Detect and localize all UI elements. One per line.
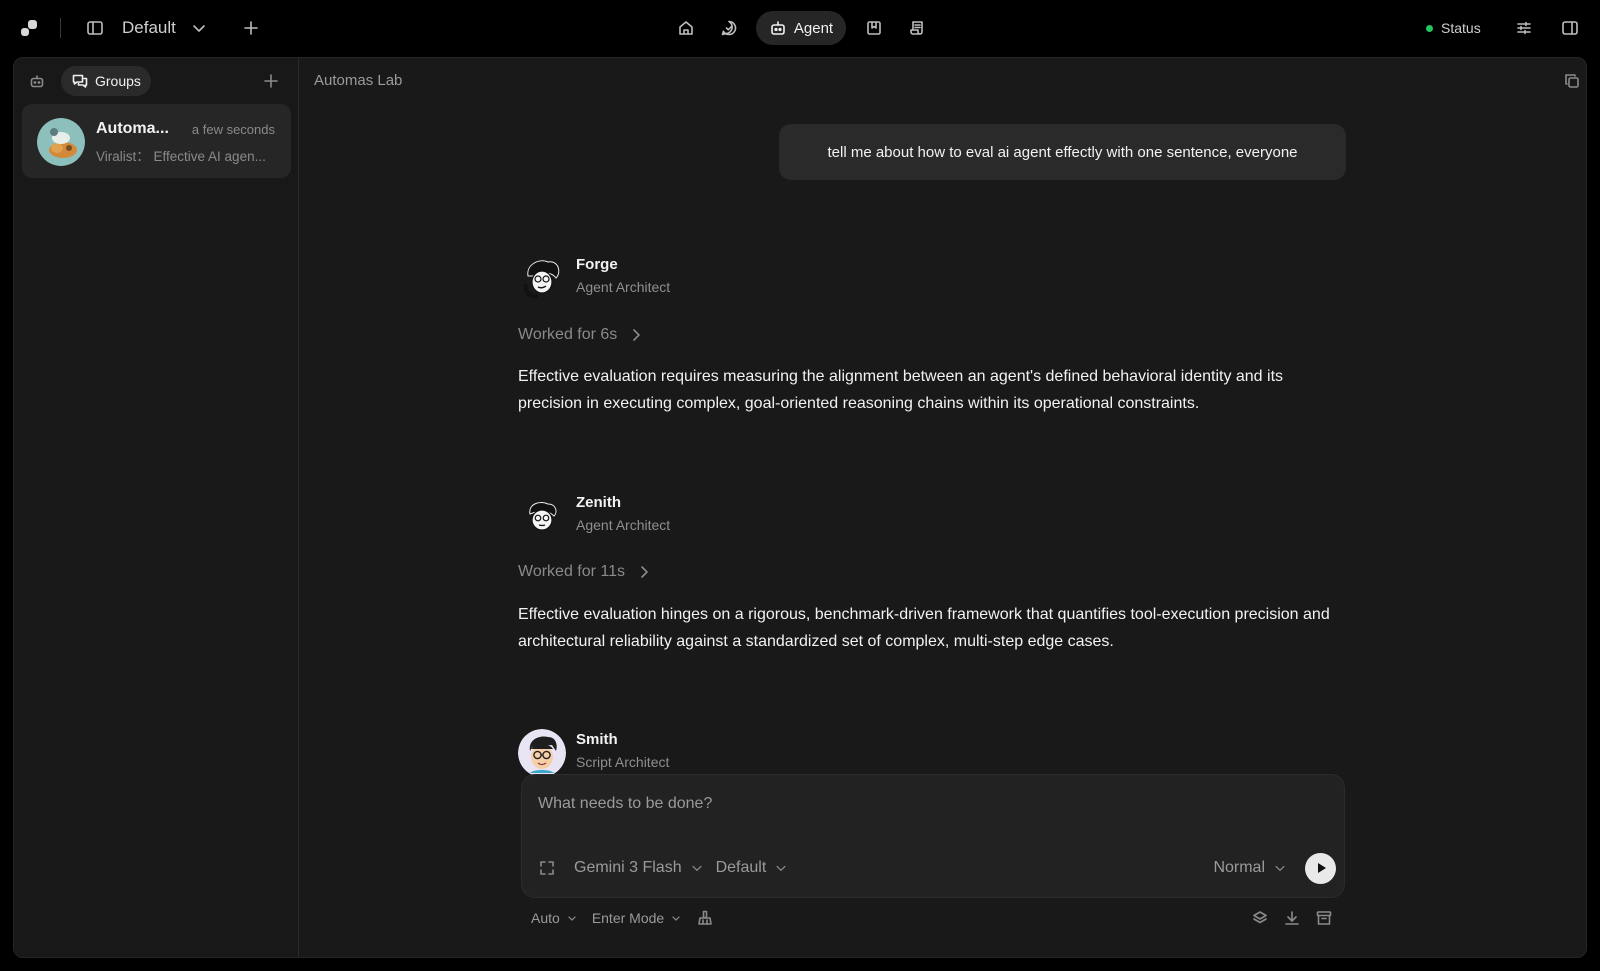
chevron-down-icon (1273, 861, 1287, 875)
agent-message: Effective evaluation hinges on a rigorou… (518, 606, 1330, 650)
groups-tab-label: Groups (95, 73, 141, 89)
archive-icon[interactable] (1315, 909, 1333, 927)
top-bar: Default Agent Status (0, 0, 1600, 56)
broom-icon[interactable] (696, 909, 714, 927)
agent-role: Script Architect (576, 754, 670, 770)
chat-main: Automas Lab tell me about how to eval ai… (299, 58, 1586, 957)
worked-label: Worked for 11s (518, 563, 626, 580)
model-selector[interactable]: Gemini 3 Flash (574, 859, 704, 877)
enter-mode-selector[interactable]: Enter Mode (592, 910, 682, 926)
conversation-name: Automa... (96, 120, 169, 137)
worked-toggle[interactable]: Worked for 11s (518, 563, 653, 581)
auto-label: Auto (531, 910, 560, 926)
preset-selector[interactable]: Default (716, 859, 789, 877)
send-button[interactable] (1305, 852, 1336, 884)
divider (60, 18, 61, 38)
layers-icon[interactable] (1251, 909, 1269, 927)
mode-selector[interactable]: Normal (1213, 859, 1287, 877)
download-icon[interactable] (1283, 909, 1301, 927)
composer-input[interactable]: What needs to be done? (538, 795, 712, 813)
conversation-preview: Viralist： Effective AI agen... (96, 149, 266, 164)
avatar (518, 492, 566, 540)
chat-icon[interactable] (717, 0, 741, 56)
chevron-down-icon (670, 912, 682, 924)
conversation-time: a few seconds (191, 122, 275, 137)
model-label: Gemini 3 Flash (574, 859, 682, 876)
auto-selector[interactable]: Auto (531, 910, 578, 926)
agent-header-forge: Forge Agent Architect (518, 254, 918, 302)
chevron-down-icon (566, 912, 578, 924)
home-icon[interactable] (674, 0, 698, 56)
scroll-icon[interactable] (905, 0, 929, 56)
new-group-icon[interactable] (262, 72, 280, 90)
agent-tab[interactable]: Agent (756, 11, 846, 45)
avatar (518, 254, 566, 302)
sidebar-header: Groups (14, 58, 299, 104)
status-label: Status (1441, 20, 1481, 36)
agent-header-zenith: Zenith Agent Architect (518, 492, 918, 540)
sidebar-toggle-icon[interactable] (84, 0, 106, 56)
app-frame: Groups Automa... a few seconds Viralist：… (13, 57, 1587, 958)
status-indicator[interactable]: Status (1426, 0, 1481, 56)
chevron-down-icon (774, 861, 788, 875)
app-logo-icon[interactable] (16, 0, 42, 56)
preset-label: Default (715, 859, 767, 876)
chevron-right-icon (635, 563, 653, 581)
chevron-down-icon (690, 861, 704, 875)
workspace-selector[interactable]: Default (122, 0, 208, 56)
expand-icon[interactable] (538, 859, 556, 877)
conversation-item[interactable]: Automa... a few seconds Viralist： Effect… (22, 104, 291, 178)
chevron-right-icon (627, 326, 645, 344)
composer-toolbar: Gemini 3 Flash Default Normal (538, 851, 1336, 885)
settings-sliders-icon[interactable] (1512, 0, 1536, 56)
right-panel-toggle-icon[interactable] (1558, 0, 1582, 56)
add-icon[interactable] (240, 0, 262, 56)
agent-header-smith: Smith Script Architect (518, 729, 918, 777)
composer[interactable]: What needs to be done? Gemini 3 Flash De… (521, 774, 1345, 898)
chat-bubbles-icon (71, 72, 89, 90)
worked-toggle[interactable]: Worked for 6s (518, 326, 645, 344)
bookmark-icon[interactable] (862, 0, 886, 56)
workspace-label: Default (122, 18, 176, 37)
enter-mode-label: Enter Mode (591, 910, 665, 926)
chevron-down-icon (190, 19, 208, 37)
status-dot (1426, 24, 1433, 32)
sidebar: Groups Automa... a few seconds Viralist：… (14, 58, 299, 957)
agent-name: Zenith (576, 494, 621, 511)
copy-icon[interactable] (1563, 72, 1581, 90)
agent-role: Agent Architect (576, 517, 671, 533)
agent-role: Agent Architect (576, 279, 671, 295)
play-icon (1317, 863, 1326, 873)
agent-tab-label: Agent (793, 19, 834, 37)
avatar (518, 729, 566, 777)
agents-robot-icon[interactable] (28, 72, 46, 90)
agent-message: Effective evaluation requires measuring … (518, 368, 1284, 412)
robot-icon (769, 19, 787, 37)
mode-label: Normal (1213, 859, 1265, 876)
agent-name: Forge (576, 256, 618, 273)
user-message: tell me about how to eval ai agent effec… (779, 124, 1346, 180)
composer-footer: Auto Enter Mode (531, 906, 1331, 930)
composer-footer-actions (1251, 906, 1333, 930)
group-avatar (37, 118, 85, 166)
chat-title: Automas Lab (314, 72, 403, 89)
worked-label: Worked for 6s (518, 326, 618, 343)
groups-tab[interactable]: Groups (61, 66, 151, 96)
agent-name: Smith (576, 731, 618, 748)
